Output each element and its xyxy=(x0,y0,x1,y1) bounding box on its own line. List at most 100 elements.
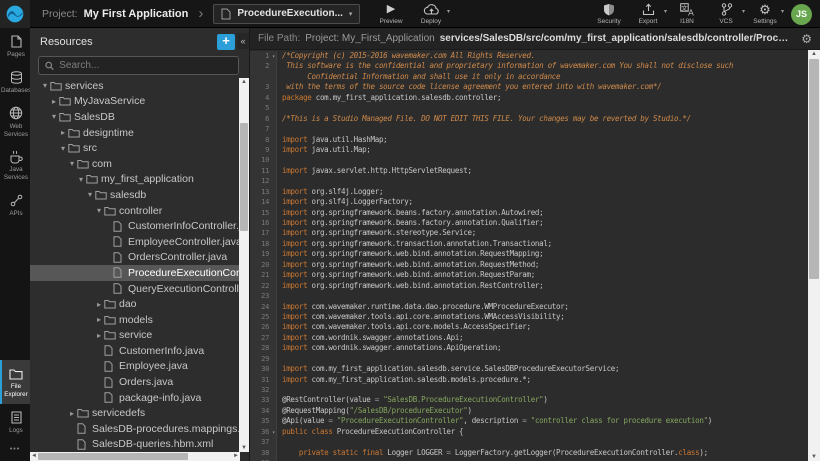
wavemaker-logo[interactable] xyxy=(0,0,30,28)
chevron-down-icon[interactable]: ▾ xyxy=(94,206,104,215)
rail-label: APIs xyxy=(1,210,31,218)
rail-label: File Explorer xyxy=(1,383,31,399)
sidebar-item-file-explorer[interactable]: File Explorer xyxy=(0,360,30,404)
tree-item[interactable]: ▾salesdb xyxy=(30,187,240,203)
tree-item[interactable]: SalesDB-procedures.mappings.json xyxy=(30,421,240,437)
tree-item[interactable]: Orders.java xyxy=(30,374,240,390)
preview-label: Preview xyxy=(379,18,402,25)
resources-title: Resources xyxy=(40,36,217,48)
tree-item[interactable]: ▾my_first_application xyxy=(30,172,240,188)
sidebar-item-databases[interactable]: Databases xyxy=(0,64,30,100)
file-icon xyxy=(221,8,231,20)
tree-scrollbar-thumb[interactable] xyxy=(240,123,248,231)
chevron-right-icon[interactable]: ▸ xyxy=(49,97,59,106)
tree-hscrollbar-thumb[interactable] xyxy=(38,453,188,460)
tree-item[interactable]: ▾src xyxy=(30,140,240,156)
scroll-left-icon[interactable]: ◄ xyxy=(31,452,37,461)
tree-item[interactable]: OrdersController.java xyxy=(30,250,240,266)
chevron-right-icon[interactable]: ▸ xyxy=(94,331,104,340)
export-button[interactable]: Export ▾ xyxy=(635,3,661,25)
chevron-down-icon[interactable]: ▾ xyxy=(85,190,95,199)
code-line: 2 This software is the confidential and … xyxy=(250,61,820,71)
tree-item[interactable]: ▸MyJavaService xyxy=(30,94,240,110)
chevron-down-icon[interactable]: ▾ xyxy=(49,112,59,121)
i18n-button[interactable]: 文 A I18N xyxy=(674,3,700,25)
file-settings-gear-icon[interactable]: ⚙ xyxy=(801,32,812,46)
tree-item[interactable]: ProcedureExecutionController.java xyxy=(30,265,240,281)
pages-icon xyxy=(11,34,22,49)
settings-button[interactable]: ⚙ Settings ▾ xyxy=(752,3,778,25)
line-number: 13 xyxy=(250,187,277,197)
tree-item[interactable]: ▸service xyxy=(30,328,240,344)
tree-item[interactable]: ▸designtime xyxy=(30,125,240,141)
scroll-right-icon[interactable]: ► xyxy=(233,452,239,461)
tree-item[interactable]: ▸models xyxy=(30,312,240,328)
line-number: 33 xyxy=(250,395,277,405)
code-line: 8import java.util.HashMap; xyxy=(250,135,820,145)
sidebar-item-java-services[interactable]: Java Services xyxy=(0,143,30,187)
chevron-down-icon[interactable]: ▾ xyxy=(58,144,68,153)
tree-horizontal-scrollbar[interactable]: ◄ ► xyxy=(30,452,240,461)
user-avatar[interactable]: JS xyxy=(791,4,812,25)
line-number: 14 xyxy=(250,197,277,207)
tree-item[interactable]: ▾ controller xyxy=(30,203,240,219)
file-icon xyxy=(104,392,118,403)
search-icon xyxy=(45,61,54,71)
chevron-right-icon[interactable]: ▸ xyxy=(94,300,104,309)
folder-icon xyxy=(95,190,109,200)
chevron-right-icon[interactable]: ▸ xyxy=(94,315,104,324)
scroll-down-icon[interactable]: ▼ xyxy=(239,444,249,452)
code-line: 30import com.my_first_application.salesd… xyxy=(250,364,820,374)
code-line: 3 with the terms of the source code lice… xyxy=(250,82,820,92)
scroll-up-icon[interactable]: ▲ xyxy=(808,50,820,58)
editor-scrollbar-thumb[interactable] xyxy=(809,59,819,279)
scroll-down-icon[interactable]: ▼ xyxy=(808,453,820,461)
collapse-panel-button[interactable]: « xyxy=(237,33,249,49)
sidebar-item-apis[interactable]: APIs xyxy=(0,187,30,223)
sidebar-item-logs[interactable]: Logs xyxy=(0,404,30,440)
editor-vertical-scrollbar[interactable]: ▲ ▼ xyxy=(808,50,820,461)
tree-item[interactable]: ▾services xyxy=(30,78,240,94)
vcs-button[interactable]: VCS ▾ xyxy=(713,3,739,25)
tree-item[interactable]: package-info.java xyxy=(30,390,240,406)
tree-item[interactable]: ▾SalesDB xyxy=(30,109,240,125)
tree-item[interactable]: Employee.java xyxy=(30,359,240,375)
rail-more-button[interactable]: ••• xyxy=(0,440,30,461)
file-path-value: services/SalesDB/src/com/my_first_applic… xyxy=(440,33,792,44)
chevron-down-icon[interactable]: ▾ xyxy=(40,81,50,90)
file-dropdown[interactable]: ProcedureExecution... ▾ xyxy=(213,4,360,24)
search-input[interactable] xyxy=(59,60,232,71)
code-line: 1▾/*Copyright (c) 2015-2016 wavemaker.co… xyxy=(250,51,820,61)
logs-icon xyxy=(11,410,22,425)
tree-vertical-scrollbar[interactable]: ▲ ▼ xyxy=(239,78,249,452)
tree-item-label: dao xyxy=(119,298,137,310)
tree-item[interactable]: ▾com xyxy=(30,156,240,172)
code-line: 38 private static final Logger LOGGER = … xyxy=(250,448,820,458)
add-resource-button[interactable]: + xyxy=(217,34,235,50)
tree-item[interactable]: EmployeeController.java xyxy=(30,234,240,250)
tree-item-label: controller xyxy=(119,205,162,217)
tree-item[interactable]: ▸ dao xyxy=(30,296,240,312)
file-icon xyxy=(113,221,127,232)
chevron-down-icon[interactable]: ▾ xyxy=(67,159,77,168)
tree-item[interactable]: QueryExecutionController.java xyxy=(30,281,240,297)
tree-item[interactable]: CustomerInfo.java xyxy=(30,343,240,359)
chevron-right-icon[interactable]: ▸ xyxy=(67,409,77,418)
chevron-right-icon[interactable]: ▸ xyxy=(58,128,68,137)
security-button[interactable]: Security xyxy=(596,3,622,25)
code-editor[interactable]: 1▾/*Copyright (c) 2015-2016 wavemaker.co… xyxy=(250,50,820,461)
line-number: 26 xyxy=(250,322,277,332)
tree-item[interactable]: SalesDB-queries.hbm.xml xyxy=(30,437,240,452)
tree-item[interactable]: CustomerInfoController.java xyxy=(30,218,240,234)
file-icon xyxy=(113,252,127,263)
tree-item[interactable]: ▸servicedefs xyxy=(30,405,240,421)
code-line: 18import org.springframework.transaction… xyxy=(250,239,820,249)
sidebar-item-web-services[interactable]: Web Services xyxy=(0,100,30,144)
sidebar-item-pages[interactable]: Pages xyxy=(0,28,30,64)
chevron-down-icon[interactable]: ▾ xyxy=(76,175,86,184)
code-line: 11import javax.servlet.http.HttpServletR… xyxy=(250,166,820,176)
preview-button[interactable]: ▶ Preview xyxy=(378,3,404,25)
deploy-button[interactable]: Deploy ▾ xyxy=(418,3,444,25)
scroll-up-icon[interactable]: ▲ xyxy=(239,78,249,86)
code-line: 13import org.slf4j.Logger; xyxy=(250,187,820,197)
